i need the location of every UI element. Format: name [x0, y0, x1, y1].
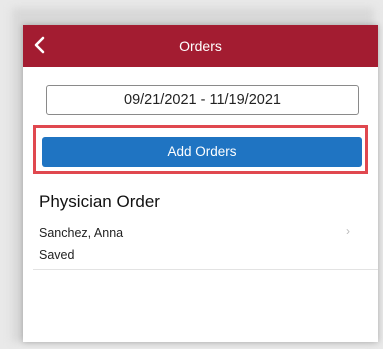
nav-header: Orders — [23, 25, 378, 67]
back-button[interactable] — [26, 31, 54, 59]
add-orders-button[interactable]: Add Orders — [42, 137, 362, 167]
patient-name: Sanchez, Anna — [39, 226, 124, 240]
order-list-item[interactable]: Physician Order Sanchez, Anna Saved › — [23, 188, 378, 266]
order-type: Physician Order — [39, 192, 160, 211]
app-screen: Orders 09/21/2021 - 11/19/2021 Add Order… — [23, 25, 378, 342]
order-status: Saved — [39, 248, 75, 262]
chevron-left-icon — [34, 36, 45, 54]
date-range-field[interactable]: 09/21/2021 - 11/19/2021 — [46, 85, 359, 115]
page-title: Orders — [179, 38, 222, 54]
list-divider — [33, 269, 378, 270]
chevron-right-icon: › — [346, 224, 350, 238]
